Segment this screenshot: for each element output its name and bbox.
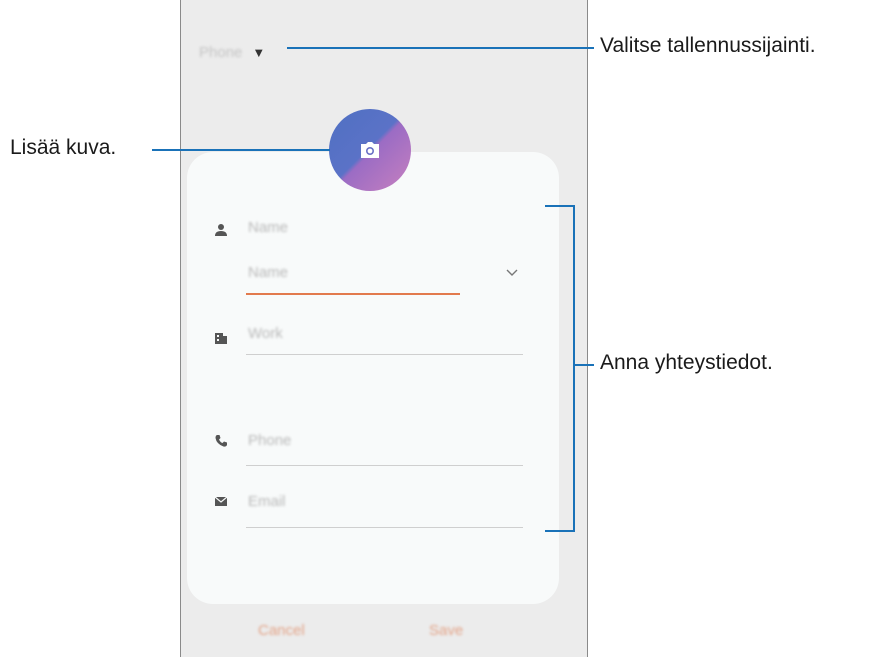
callout-photo: Lisää kuva. xyxy=(10,136,117,159)
storage-location-selector[interactable]: Phone ▼ xyxy=(199,40,265,64)
work-input[interactable]: Work xyxy=(248,325,283,342)
person-icon xyxy=(215,224,227,236)
chevron-down-icon[interactable] xyxy=(505,268,519,278)
callout-storage: Valitse tallennussijainti. xyxy=(600,34,816,57)
phone-input[interactable]: Phone xyxy=(248,432,291,449)
dropdown-arrow-icon: ▼ xyxy=(252,44,266,60)
callout-line-details xyxy=(575,364,594,366)
phone-screen: Phone ▼ Name Name Work Phone Email Cance… xyxy=(180,0,588,657)
storage-location-label: Phone xyxy=(199,43,243,61)
email-input[interactable]: Email xyxy=(248,493,286,510)
bracket-vertical xyxy=(573,205,575,532)
bracket-top xyxy=(545,205,575,207)
bracket-bottom xyxy=(545,530,575,532)
callout-details: Anna yhteystiedot. xyxy=(600,351,773,374)
name-section-label: Name xyxy=(248,219,289,236)
callout-line-storage xyxy=(287,47,594,49)
building-icon xyxy=(215,333,227,344)
email-input-underline xyxy=(246,527,523,528)
callout-line-photo xyxy=(152,149,330,151)
phone-input-underline xyxy=(246,465,523,466)
phone-icon xyxy=(215,435,227,447)
add-photo-button[interactable] xyxy=(329,109,411,191)
cancel-button[interactable]: Cancel xyxy=(258,622,305,639)
contact-form-card: Name Name Work Phone Email xyxy=(187,152,559,604)
camera-icon xyxy=(361,141,379,158)
name-input-underline xyxy=(246,293,460,295)
work-input-underline xyxy=(246,354,523,355)
save-button[interactable]: Save xyxy=(429,622,463,639)
name-input[interactable]: Name xyxy=(248,264,288,281)
email-icon xyxy=(214,496,228,506)
